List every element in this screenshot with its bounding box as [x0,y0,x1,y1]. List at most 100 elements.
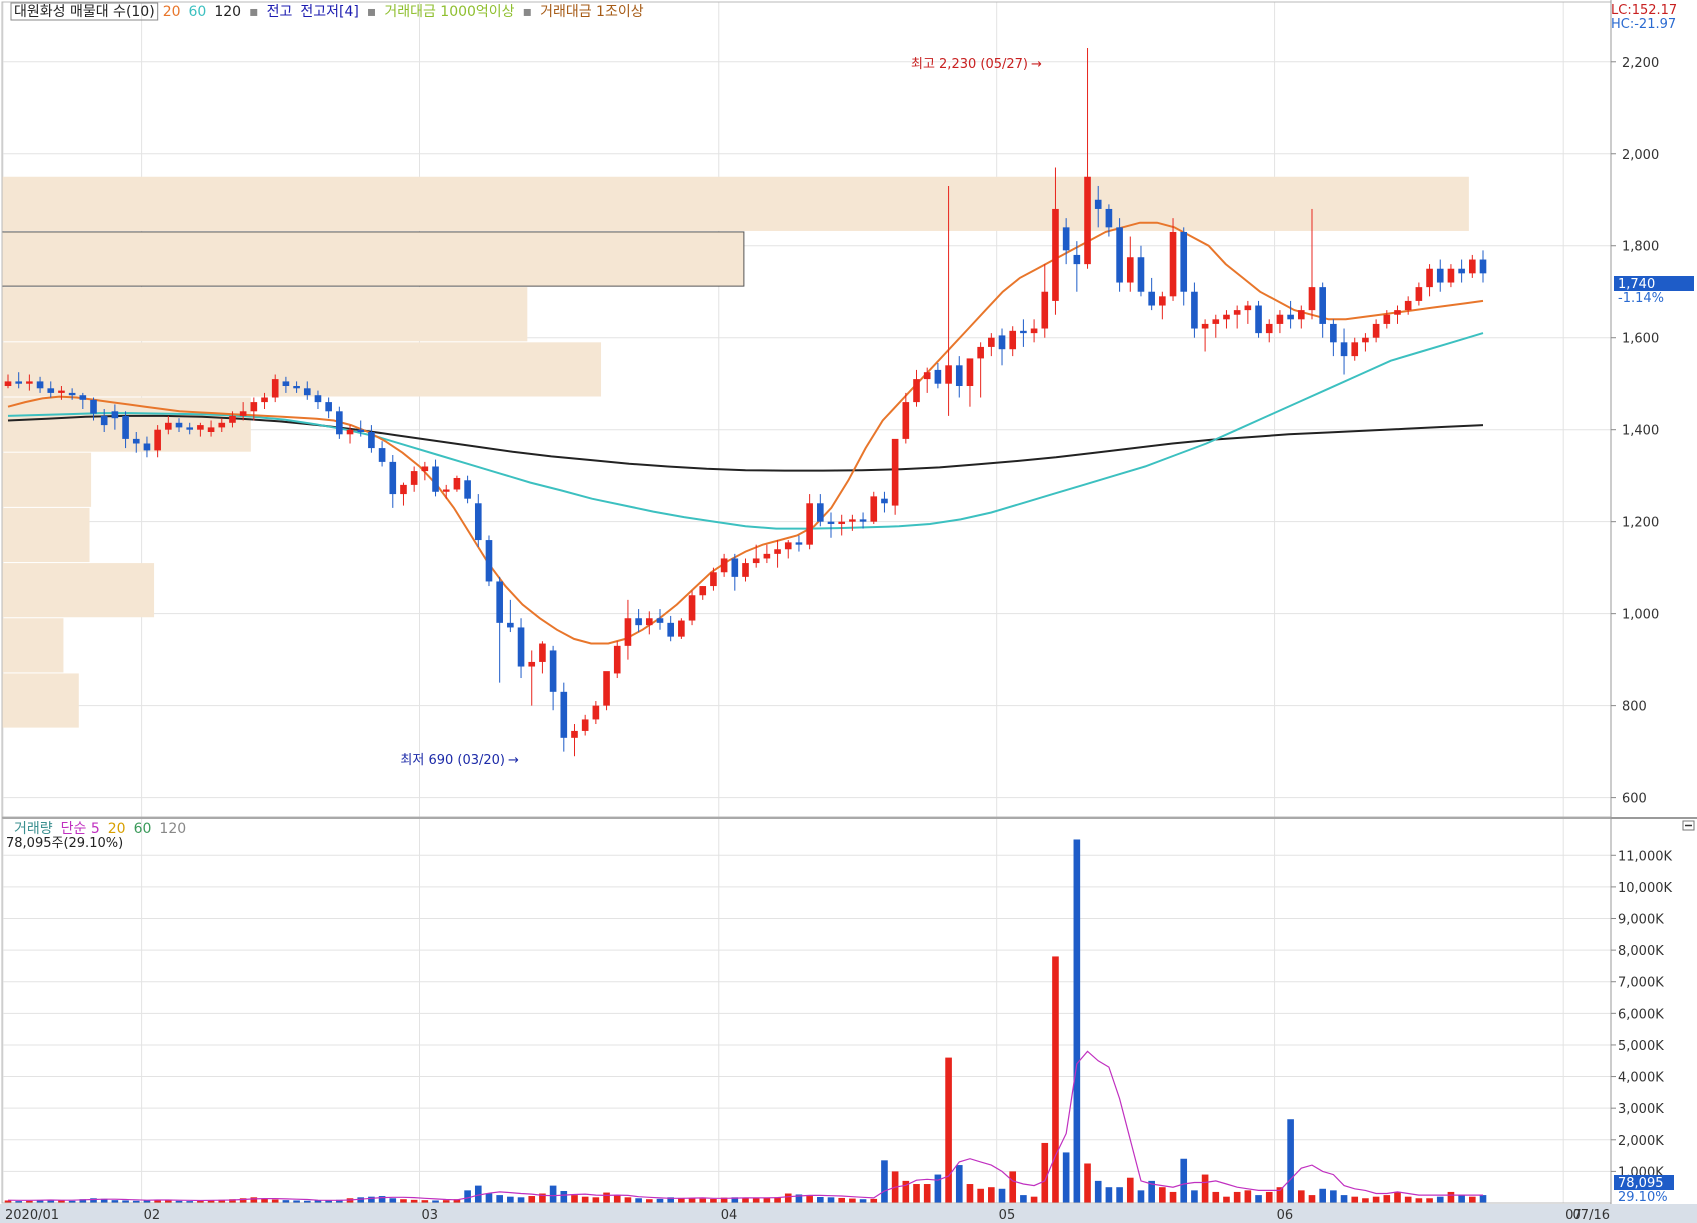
legend-item: ▪ [367,4,377,20]
volume-bar [528,1196,536,1203]
candle-body [1062,227,1070,251]
volume-bar [1191,1190,1198,1203]
candle-body [827,521,835,524]
legend-item: 60 [189,4,207,20]
candle-body [1084,176,1091,265]
x-tick-label: 2020/01 [5,1208,59,1223]
candle-body [111,411,119,419]
candle-body [581,719,589,731]
volume-tick-label: 5,000K [1618,1039,1664,1054]
volume-bar [613,1195,621,1203]
volume-bar [1233,1191,1241,1203]
volume-bar [571,1195,578,1203]
candle-body [549,650,557,692]
candle-body [774,549,781,554]
candle-body [261,397,268,403]
candle-body [122,415,129,439]
volume-bar [517,1197,525,1203]
candle-body [603,671,610,706]
price-tick-label: 2,000 [1622,148,1659,163]
candle-body [239,411,247,416]
volume-tick-label: 10,000K [1618,881,1672,896]
volume-bar [1009,1171,1017,1203]
price-tick-label: 2,200 [1622,56,1659,71]
current-price-label: 1,740 [1618,277,1655,292]
candle-body [1191,291,1198,329]
candle-body [752,558,760,564]
candle-body [325,402,332,412]
volume-bar [1062,1152,1070,1203]
candle-body [218,422,226,428]
volume-bar [560,1190,568,1203]
candle-body [656,618,664,623]
candle-body [474,503,482,541]
candle-body [1362,337,1369,343]
x-tick-label-last: 07/16 [1573,1208,1610,1223]
candle-body [165,422,172,430]
candle-body [859,519,867,522]
x-tick-label: 06 [1277,1208,1294,1223]
candle-body [1169,231,1177,297]
candle-body [966,358,974,387]
volume-profile-bar [2,287,528,342]
volume-tick-label: 9,000K [1618,913,1664,928]
candle-body [870,496,878,522]
volume-bar [1404,1196,1412,1203]
volume-bar [710,1198,717,1203]
candle-body [955,365,963,387]
price-tick-label: 1,200 [1622,516,1659,531]
volume-bar [1308,1195,1316,1203]
x-tick-label: 05 [999,1208,1016,1223]
candle-body [368,431,375,449]
candle-body [1340,342,1348,357]
legend-item: 거래대금 1조이상 [540,4,644,20]
volume-bar [1137,1190,1145,1203]
volume-bar [977,1188,984,1203]
candle-body [731,558,739,577]
volume-bar [656,1198,664,1203]
candle-body [1372,323,1380,338]
candle-body [1394,310,1401,315]
volume-bar [1383,1195,1391,1203]
lc-label: LC:152.17 [1611,3,1677,18]
volume-bar [742,1197,749,1203]
candle-body [314,395,322,403]
volume-bar [603,1192,610,1203]
price-tick-label: 1,800 [1622,240,1659,255]
volume-bar [1041,1142,1049,1203]
candle-body [293,386,300,389]
volume-bar [1116,1187,1123,1203]
candle-body [432,466,439,492]
candle-body [400,484,407,495]
volume-bar [1073,839,1081,1203]
volume-bar [1244,1190,1252,1203]
candle-body [421,466,429,472]
legend-item: ▪ [523,4,533,20]
candle-body [592,705,600,720]
volume-bar [1426,1198,1433,1203]
candle-body [913,379,920,403]
hc-label: HC:-21.97 [1611,17,1676,32]
candle-body [699,586,707,596]
candle-body [90,399,97,414]
volume-bar [752,1198,760,1203]
volume-bar [784,1193,792,1203]
volume-bar [1287,1119,1294,1203]
candle-body [763,553,771,559]
high-annotation: 최고 2,230 (05/27) [911,57,1028,72]
legend-item: 20 [163,4,181,20]
candle-body [1479,259,1487,274]
price-tick-label: 1,400 [1622,424,1659,439]
volume-bar [645,1199,653,1203]
candle-body [934,369,942,384]
candle-body [806,503,813,545]
volume-bar [592,1197,600,1203]
chart-root: 600 800 1,000 1,200 1,400 1,600 1,800 2,000 2,20… [0,0,1697,1223]
volume-bar [635,1198,642,1203]
volume-info: 78,095주(29.10%) [6,836,123,851]
volume-bar [485,1193,493,1203]
volume-bar [1126,1177,1134,1203]
candle-body [357,429,365,432]
candle-body [485,540,493,582]
volume-bar [945,1057,952,1203]
